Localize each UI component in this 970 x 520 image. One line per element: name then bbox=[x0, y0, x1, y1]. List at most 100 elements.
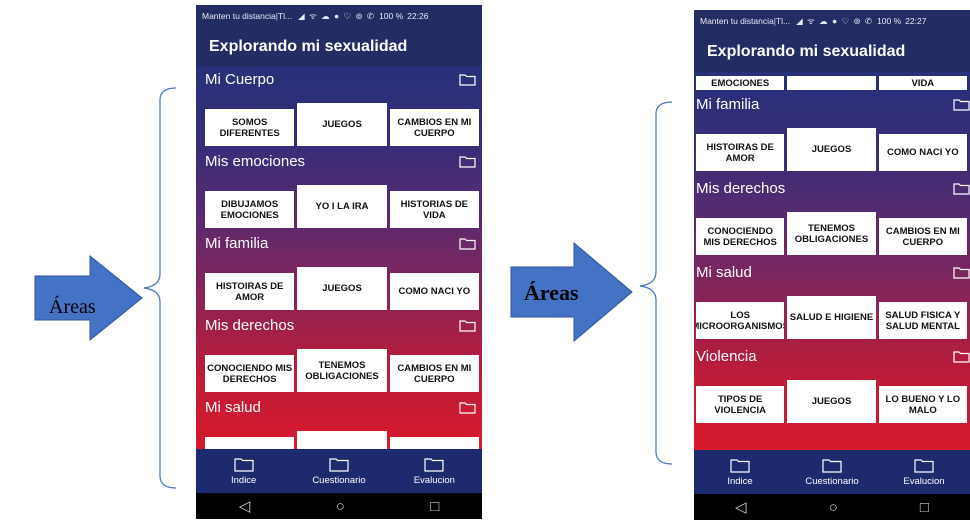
nav-label: Cuestionario bbox=[312, 474, 366, 486]
folder-icon[interactable] bbox=[459, 237, 476, 250]
status-icons: ◢ ᯤ ☁ ● ♡ ⊚ ✆ bbox=[796, 15, 874, 26]
recents-icon[interactable]: □ bbox=[430, 498, 439, 515]
section-title: Mis emociones bbox=[205, 153, 306, 170]
card-cambios-en-mi-cuerpo[interactable]: CAMBIOS EN MI CUERPO bbox=[389, 109, 479, 146]
folder-icon[interactable] bbox=[459, 319, 476, 332]
card-como-naci-yo[interactable]: COMO NACI YO bbox=[878, 134, 967, 171]
nav-indice[interactable]: Indice bbox=[196, 449, 291, 493]
home-icon[interactable]: ○ bbox=[336, 498, 345, 515]
card-tenemos-obligaciones[interactable]: TENEMOS OBLIGACIONES bbox=[787, 212, 876, 255]
section-title: Mis derechos bbox=[696, 180, 786, 197]
battery-level: 100 % bbox=[877, 16, 902, 26]
bottom-navigation: Indice Cuestionario Evalucion bbox=[694, 450, 970, 494]
system-navigation: ◁ ○ □ bbox=[694, 494, 970, 520]
app-title: Explorando mi sexualidad bbox=[694, 32, 970, 72]
section-mi-salud: Mi salud LOS MICROORGANISMOS SALUD E HIG… bbox=[694, 260, 970, 345]
home-icon[interactable]: ○ bbox=[829, 499, 838, 516]
battery-level: 100 % bbox=[379, 11, 404, 21]
folder-icon bbox=[329, 457, 349, 472]
card-tipos-de-violencia[interactable]: TIPOS DE VIOLENCIA bbox=[696, 386, 785, 423]
system-navigation: ◁ ○ □ bbox=[196, 493, 482, 519]
card-lo-bueno-y-lo-malo[interactable]: LO BUENO Y LO MALO bbox=[878, 386, 967, 423]
nav-cuestionario[interactable]: Cuestionario bbox=[786, 450, 878, 494]
partial-cards-row: EMOCIONES VIDA bbox=[696, 76, 967, 90]
area-brace-right bbox=[639, 101, 673, 465]
area-brace-left bbox=[143, 87, 177, 489]
nav-evalucion[interactable]: Evalucion bbox=[878, 450, 970, 494]
back-icon[interactable]: ◁ bbox=[239, 497, 251, 515]
folder-icon[interactable] bbox=[953, 350, 970, 363]
areas-list[interactable]: EMOCIONES VIDA Mi familia HISTOIRAS DE A… bbox=[694, 72, 970, 450]
status-carrier: Manten tu distancia|Tl... bbox=[700, 16, 791, 26]
recents-icon[interactable]: □ bbox=[920, 499, 929, 516]
app-title: Explorando mi sexualidad bbox=[196, 27, 482, 67]
folder-icon[interactable] bbox=[953, 266, 970, 279]
areas-list[interactable]: Mi Cuerpo SOMOS DIFERENTES JUEGOS CAMBIO… bbox=[196, 67, 482, 449]
section-violencia: Violencia TIPOS DE VIOLENCIA JUEGOS LO B… bbox=[694, 344, 970, 429]
card-tenemos-obligaciones[interactable]: TENEMOS OBLIGACIONES bbox=[297, 349, 387, 392]
status-time: 22:26 bbox=[407, 11, 429, 21]
section-mis-derechos: Mis derechos CONOCIENDO MIS DERECHOS TEN… bbox=[694, 176, 970, 261]
folder-icon[interactable] bbox=[953, 182, 970, 195]
section-mi-salud: Mi salud bbox=[196, 395, 482, 449]
card-cambios-en-mi-cuerpo[interactable]: CAMBIOS EN MI CUERPO bbox=[878, 218, 967, 255]
card-cambios-en-mi-cuerpo[interactable]: CAMBIOS EN MI CUERPO bbox=[389, 355, 479, 392]
card-dibujamos-emociones[interactable]: DIBUJAMOS EMOCIONES bbox=[205, 191, 295, 228]
folder-icon[interactable] bbox=[459, 155, 476, 168]
section-title: Mi familia bbox=[205, 235, 269, 252]
card-histoiras-de-amor[interactable]: HISTOIRAS DE AMOR bbox=[205, 273, 295, 310]
nav-label: Cuestionario bbox=[805, 475, 859, 487]
folder-icon[interactable] bbox=[459, 401, 476, 414]
card-juegos[interactable]: JUEGOS bbox=[297, 103, 387, 146]
section-title: Mi salud bbox=[696, 264, 752, 281]
section-mi-familia: Mi familia HISTOIRAS DE AMOR JUEGOS COMO… bbox=[196, 231, 482, 316]
card-como-naci-yo[interactable]: COMO NACI YO bbox=[389, 273, 479, 310]
card-partial[interactable] bbox=[205, 437, 295, 449]
back-icon[interactable]: ◁ bbox=[735, 498, 747, 516]
card-conociendo-mis-derechos[interactable]: CONOCIENDO MIS DERECHOS bbox=[696, 218, 785, 255]
folder-icon bbox=[424, 457, 444, 472]
status-time: 22:27 bbox=[905, 16, 927, 26]
area-label-left: Áreas bbox=[49, 296, 96, 318]
folder-icon[interactable] bbox=[459, 73, 476, 86]
card-vida[interactable]: VIDA bbox=[878, 76, 967, 90]
card-juegos[interactable]: JUEGOS bbox=[787, 128, 876, 171]
nav-indice[interactable]: Indice bbox=[694, 450, 786, 494]
card-emociones[interactable]: EMOCIONES bbox=[696, 76, 785, 90]
nav-evalucion[interactable]: Evalucion bbox=[387, 449, 482, 493]
card-juegos[interactable]: JUEGOS bbox=[787, 380, 876, 423]
card-conociendo-mis-derechos[interactable]: CONOCIENDO MIS DERECHOS bbox=[205, 355, 295, 392]
section-title: Mi familia bbox=[696, 96, 760, 113]
phone-left: Manten tu distancia|Tl... ◢ ᯤ ☁ ● ♡ ⊚ ✆ … bbox=[196, 5, 482, 519]
bottom-navigation: Indice Cuestionario Evalucion bbox=[196, 449, 482, 493]
section-mis-derechos: Mis derechos CONOCIENDO MIS DERECHOS TEN… bbox=[196, 313, 482, 398]
nav-label: Evalucion bbox=[413, 474, 455, 486]
section-title: Mi Cuerpo bbox=[205, 71, 275, 88]
status-bar: Manten tu distancia|Tl... ◢ ᯤ ☁ ● ♡ ⊚ ✆ … bbox=[694, 10, 970, 32]
folder-icon bbox=[822, 458, 842, 473]
section-title: Mis derechos bbox=[205, 317, 295, 334]
status-bar: Manten tu distancia|Tl... ◢ ᯤ ☁ ● ♡ ⊚ ✆ … bbox=[196, 5, 482, 27]
card-salud-e-higiene[interactable]: SALUD E HIGIENE bbox=[787, 296, 876, 339]
status-icons: ◢ ᯤ ☁ ● ♡ ⊚ ✆ bbox=[298, 10, 376, 21]
nav-label: Evalucion bbox=[903, 475, 945, 487]
phone-right: Manten tu distancia|Tl... ◢ ᯤ ☁ ● ♡ ⊚ ✆ … bbox=[694, 10, 970, 520]
card-somos-diferentes[interactable]: SOMOS DIFERENTES bbox=[205, 109, 295, 146]
section-mis-emociones: Mis emociones DIBUJAMOS EMOCIONES YO I L… bbox=[196, 149, 482, 234]
status-carrier: Manten tu distancia|Tl... bbox=[202, 11, 293, 21]
card-juegos[interactable]: JUEGOS bbox=[297, 267, 387, 310]
nav-label: Indice bbox=[727, 475, 753, 487]
nav-cuestionario[interactable]: Cuestionario bbox=[291, 449, 386, 493]
card-histoiras-de-amor[interactable]: HISTOIRAS DE AMOR bbox=[696, 134, 785, 171]
folder-icon bbox=[234, 457, 254, 472]
folder-icon bbox=[730, 458, 750, 473]
card-salud-fisica-y-salud-mental[interactable]: SALUD FISICA Y SALUD MENTAL bbox=[878, 302, 967, 339]
card-partial[interactable] bbox=[787, 76, 876, 90]
card-yo-i-la-ira[interactable]: YO I LA IRA bbox=[297, 185, 387, 228]
card-partial[interactable] bbox=[297, 431, 387, 449]
card-partial[interactable] bbox=[389, 437, 479, 449]
card-historias-de-vida[interactable]: HISTORIAS DE VIDA bbox=[389, 191, 479, 228]
card-los-microorganismos[interactable]: LOS MICROORGANISMOS bbox=[696, 302, 785, 339]
area-label-right: Áreas bbox=[524, 280, 579, 305]
folder-icon[interactable] bbox=[953, 98, 970, 111]
